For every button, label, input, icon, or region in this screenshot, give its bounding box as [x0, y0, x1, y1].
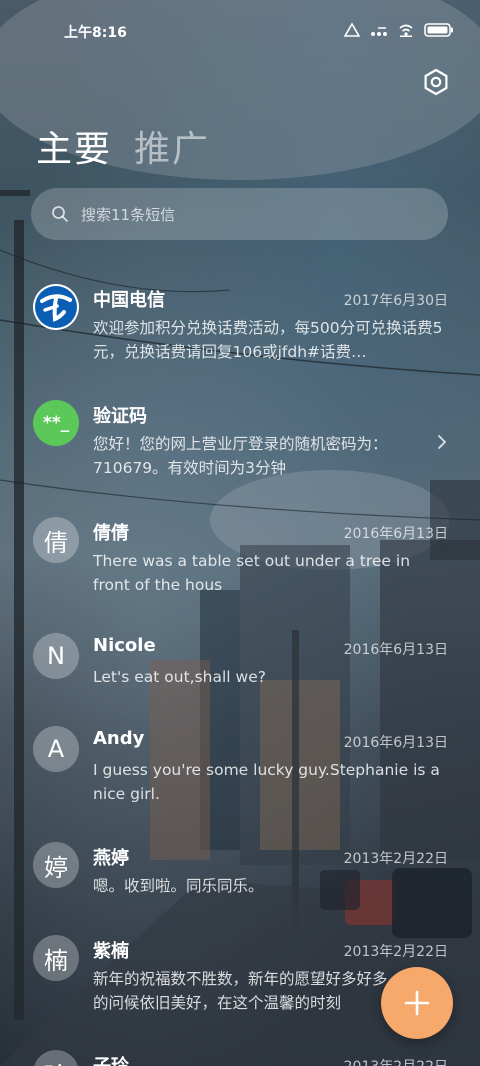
tab-primary[interactable]: 主要: [36, 120, 112, 172]
conversation-name: Nicole: [93, 635, 156, 656]
conversation-name: Andy: [93, 728, 145, 749]
conversation-name: 验证码: [93, 406, 147, 427]
conversation-preview: 嗯。收到啦。同乐同乐。: [93, 877, 264, 895]
new-message-button[interactable]: [381, 967, 453, 1039]
avatar: 婷: [33, 842, 79, 888]
battery-icon: [424, 22, 454, 41]
conversation-item[interactable]: 玲 子玲 2013年2月22日: [0, 1050, 480, 1066]
conversation-date: 2016年6月13日: [343, 526, 448, 542]
conversation-preview: I guess you're some lucky guy.Stephanie …: [93, 761, 440, 803]
conversation-date: 2013年2月22日: [343, 944, 448, 960]
plus-icon: [404, 990, 430, 1016]
conversation-name: 紫楠: [93, 941, 129, 962]
avatar: A: [33, 726, 79, 772]
conversation-date: 2013年2月22日: [343, 851, 448, 867]
conversation-date: 2016年6月13日: [343, 642, 448, 658]
avatar: 倩: [33, 517, 79, 563]
avatar: 楠: [33, 935, 79, 981]
wifi-icon: [398, 22, 414, 41]
search-input[interactable]: 搜索11条短信: [81, 204, 175, 225]
conversation-name: 中国电信: [93, 290, 165, 311]
conversation-name: 燕婷: [93, 848, 129, 869]
conversation-name: 子玲: [93, 1052, 129, 1066]
message-tabs: 主要 推广: [36, 120, 210, 172]
conversation-date: 2017年6月30日: [343, 293, 448, 309]
avatar: N: [33, 633, 79, 679]
tab-promotions[interactable]: 推广: [134, 120, 210, 172]
signal-icon: [343, 22, 361, 41]
conversation-name: 倩倩: [93, 523, 129, 544]
verification-code-avatar: **_: [33, 400, 79, 446]
china-telecom-logo-avatar: [33, 284, 79, 330]
search-bar[interactable]: 搜索11条短信: [31, 188, 448, 240]
search-icon: [52, 206, 68, 222]
settings-icon: [424, 68, 448, 96]
data-speed-icon: [370, 22, 388, 41]
chevron-right-icon[interactable]: [436, 434, 448, 450]
avatar: 玲: [33, 1050, 79, 1066]
conversation-preview: 您好！您的网上营业厅登录的随机密码为：710679。有效时间为3分钟: [93, 435, 388, 477]
status-icons: [343, 22, 454, 41]
conversation-preview: There was a table set out under a tree i…: [93, 552, 411, 594]
conversation-date: 2013年2月22日: [344, 1056, 448, 1066]
settings-button[interactable]: [420, 66, 452, 98]
conversation-preview: 欢迎参加积分兑换话费活动，每500分可兑换话费5元，兑换话费请回复106或jfd…: [93, 319, 443, 361]
conversation-date: 2016年6月13日: [343, 735, 448, 751]
status-time: 上午8:16: [64, 25, 127, 41]
conversation-preview: Let's eat out,shall we?: [93, 668, 266, 686]
status-bar: 上午8:16: [0, 0, 480, 62]
